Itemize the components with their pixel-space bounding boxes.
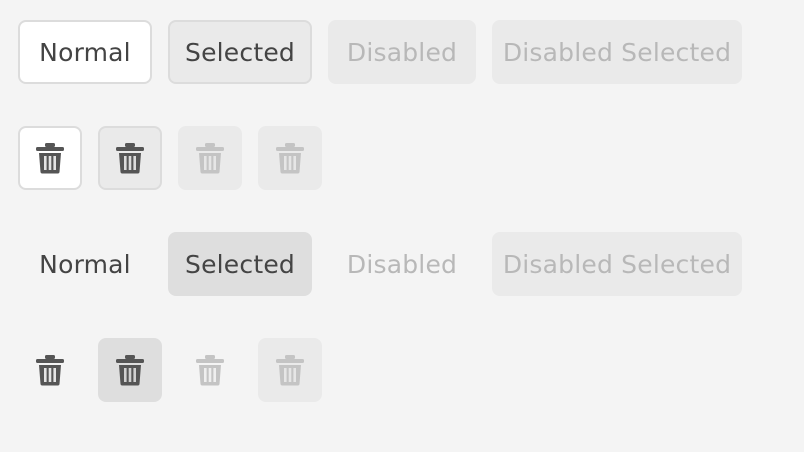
quiet-selected-button[interactable]: Selected [168,232,312,296]
disabled-button-label: Disabled [346,37,458,67]
quiet-normal-button-label: Normal [39,249,131,279]
delete-icon-button-disabled-selected [258,126,322,190]
trash-icon [35,354,65,386]
trash-icon [275,142,305,174]
trash-icon [115,354,145,386]
quiet-disabled-button: Disabled [328,232,476,296]
trash-icon [35,142,65,174]
trash-icon [115,142,145,174]
quiet-disabled-selected-button: Disabled Selected [492,232,742,296]
trash-icon [195,142,225,174]
normal-button[interactable]: Normal [18,20,152,84]
disabled-button: Disabled [328,20,476,84]
delete-icon-button-normal[interactable] [18,126,82,190]
normal-button-label: Normal [39,37,131,67]
quiet-selected-button-label: Selected [185,249,295,279]
quiet-delete-icon-button-disabled-selected [258,338,322,402]
disabled-selected-button: Disabled Selected [492,20,742,84]
delete-icon-button-selected[interactable] [98,126,162,190]
selected-button-label: Selected [185,37,295,67]
quiet-delete-icon-button-disabled [178,338,242,402]
quiet-disabled-button-label: Disabled [346,249,458,279]
selected-button[interactable]: Selected [168,20,312,84]
quiet-disabled-selected-button-label: Disabled Selected [502,249,732,279]
trash-icon [195,354,225,386]
delete-icon-button-disabled [178,126,242,190]
quiet-normal-button[interactable]: Normal [18,232,152,296]
quiet-delete-icon-button-normal[interactable] [18,338,82,402]
trash-icon [275,354,305,386]
quiet-delete-icon-button-selected[interactable] [98,338,162,402]
disabled-selected-button-label: Disabled Selected [502,37,732,67]
